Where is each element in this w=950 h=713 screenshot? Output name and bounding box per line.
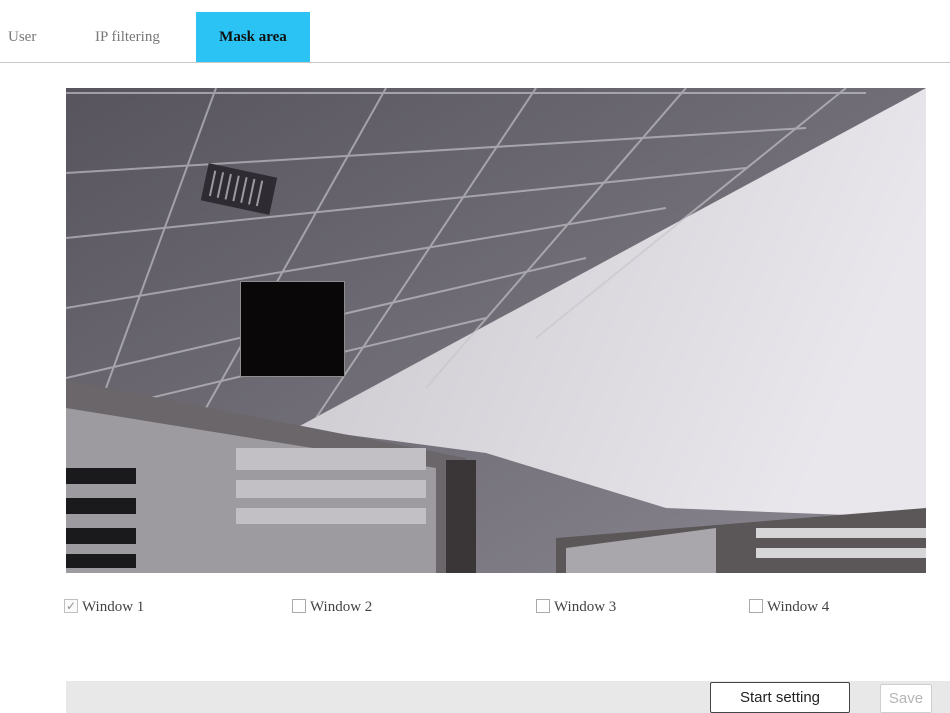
window-2-label: Window 2 <box>310 599 373 615</box>
window-3-label: Window 3 <box>554 599 617 615</box>
save-button[interactable]: Save <box>880 684 932 713</box>
start-setting-button[interactable]: Start setting <box>710 682 850 713</box>
camera-preview[interactable] <box>66 88 926 573</box>
tab-mask-area[interactable]: Mask area <box>196 12 310 62</box>
window-4-label: Window 4 <box>767 599 830 615</box>
checkbox-checked-icon <box>64 597 78 615</box>
checkbox-icon <box>292 598 306 613</box>
tab-bar: User IP filtering Mask area <box>0 0 950 63</box>
tab-user[interactable]: User <box>8 12 58 62</box>
window-4-checkbox[interactable]: Window 4 <box>749 598 829 616</box>
window-2-checkbox[interactable]: Window 2 <box>292 598 372 616</box>
camera-scene <box>66 88 926 573</box>
window-1-checkbox[interactable]: Window 1 <box>64 597 145 616</box>
window-3-checkbox[interactable]: Window 3 <box>536 598 616 616</box>
window-1-label: Window 1 <box>82 599 145 615</box>
mask-area-window-1[interactable] <box>240 281 345 377</box>
checkbox-icon <box>749 598 763 613</box>
checkbox-icon <box>536 598 550 613</box>
tab-ip-filtering[interactable]: IP filtering <box>95 12 185 62</box>
